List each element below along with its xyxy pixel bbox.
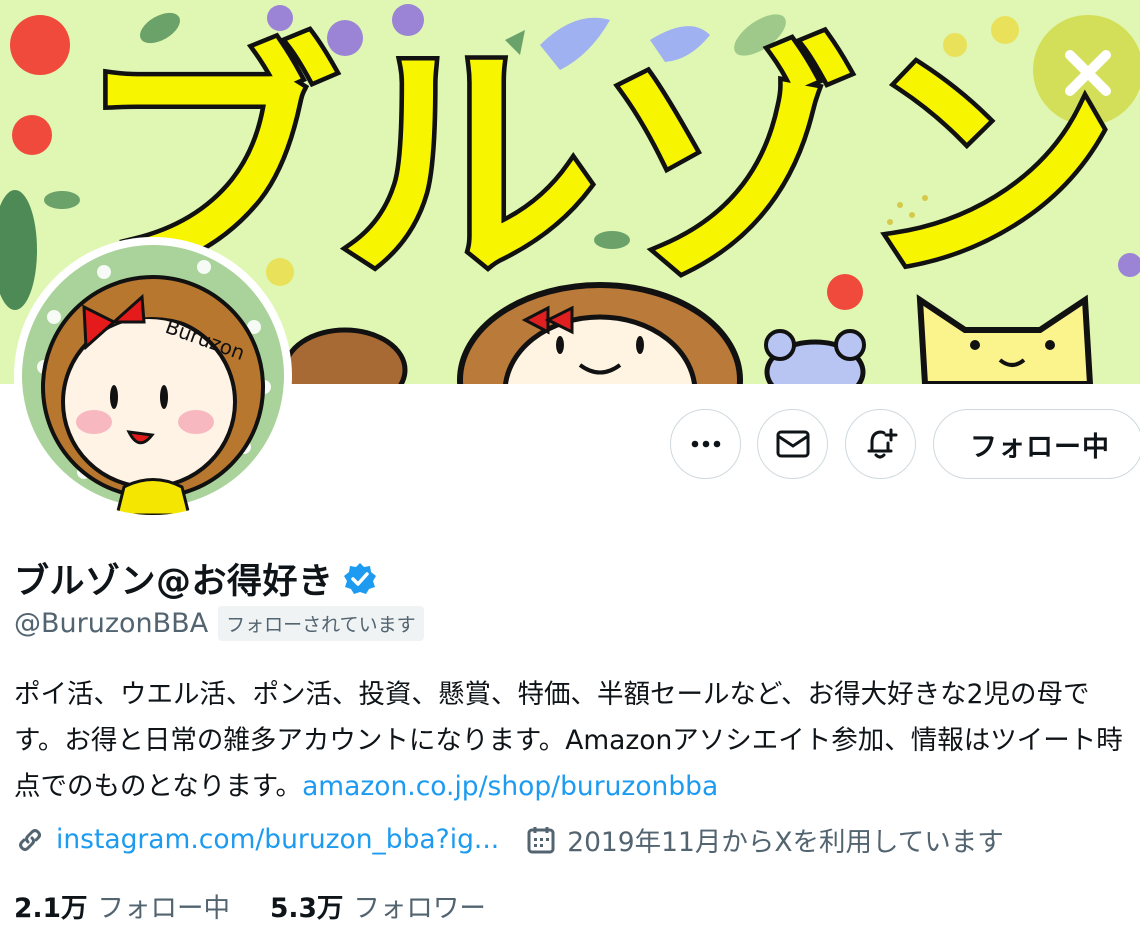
message-button[interactable] xyxy=(757,409,828,479)
following-button[interactable]: フォロー中 xyxy=(933,409,1140,479)
verified-badge-icon[interactable] xyxy=(342,561,378,597)
website-link[interactable]: instagram.com/buruzon_bba?ig... xyxy=(56,824,499,855)
display-name: ブルゾン@お得好き xyxy=(14,562,334,602)
more-options-button[interactable] xyxy=(670,409,741,479)
following-stat[interactable]: 2.1万 フォロー中 xyxy=(14,886,230,925)
profile-avatar[interactable]: Buruzon xyxy=(14,237,292,515)
calendar-icon xyxy=(527,826,555,853)
follows-you-badge: フォローされています xyxy=(218,606,424,641)
notifications-button[interactable] xyxy=(845,409,916,479)
mail-icon xyxy=(776,430,809,458)
notification-bell-icon xyxy=(867,428,897,459)
followers-stat[interactable]: 5.3万 フォロワー xyxy=(270,886,486,925)
bio-link[interactable]: amazon.co.jp/shop/buruzonbba xyxy=(302,771,718,802)
following-label: フォロー中 xyxy=(97,893,230,924)
joined-date: 2019年11月からXを利用しています xyxy=(567,827,1004,858)
followers-count: 5.3万 xyxy=(269,893,344,924)
followers-label: フォロワー xyxy=(353,893,486,924)
user-handle: @BuruzonBBA xyxy=(14,608,209,639)
follow-stats: 2.1万 フォロー中 5.3万 フォロワー xyxy=(14,886,486,925)
more-icon xyxy=(691,440,720,448)
link-icon xyxy=(19,828,41,851)
following-count: 2.1万 xyxy=(14,893,88,924)
profile-bio: ポイ活、ウエル活、ポン活、投資、懸賞、特価、半額セールなど、お得大好きな2児の母… xyxy=(14,672,1134,810)
profile-meta: instagram.com/buruzon_bba?ig... 2019年11月… xyxy=(14,820,1004,859)
